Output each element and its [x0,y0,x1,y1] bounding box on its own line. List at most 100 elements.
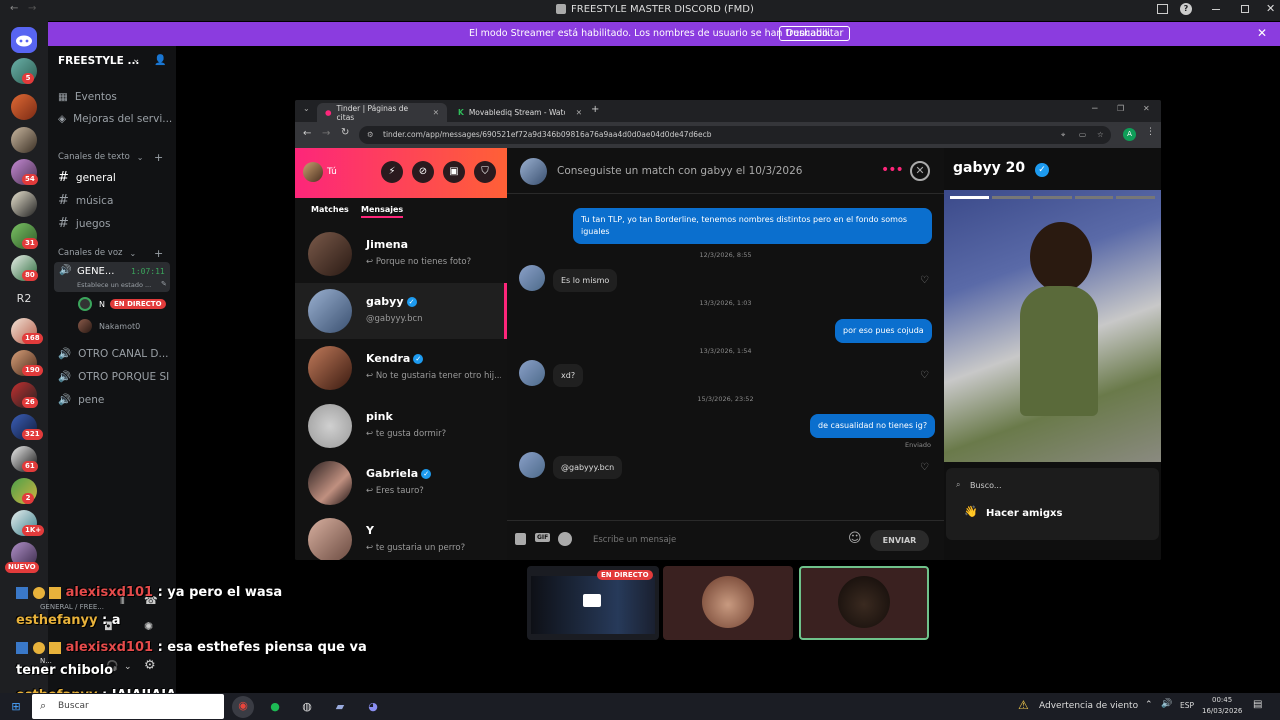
close-tab-icon[interactable]: ✕ [576,108,582,117]
maximize-icon[interactable] [1241,5,1249,13]
add-channel-icon[interactable]: + [154,151,163,164]
server-icon[interactable] [11,127,37,153]
boost-bolt-icon[interactable]: ⚡ [381,161,403,183]
briefcase-icon[interactable]: ▣ [443,161,465,183]
voice-channel-active[interactable]: 🔊 GENE... 1:07:11 Establece un estado ..… [54,262,170,292]
close-chat-icon[interactable]: ✕ [910,161,930,181]
notepad-icon[interactable]: ▰ [330,697,350,717]
chrome-icon[interactable]: ◉ [232,696,254,718]
discord-icon[interactable]: ◕ [363,697,383,717]
voice-channel[interactable]: 🔊 OTRO PORQUE SI [58,370,169,384]
profile-avatar[interactable]: A [1123,128,1136,141]
list-item[interactable]: Kendra ✓ ↩ No te gustaria tener otro hij.… [295,340,507,396]
voice-channel[interactable]: 🔊 pene [58,393,104,407]
user-label[interactable]: Tú [327,167,337,177]
channel-general[interactable]: # general [58,170,116,185]
inbox-icon[interactable] [1157,4,1168,14]
back-arrow-icon[interactable]: ← [303,128,311,139]
server-r2[interactable]: R2 [11,286,37,312]
close-banner-icon[interactable]: ✕ [1257,26,1267,40]
back-arrow-icon[interactable]: ← [10,3,18,14]
tab-movable[interactable]: K Movablediq Stream - Watch Li... ✕ [450,103,590,122]
emoji-icon[interactable]: ☺ [848,531,862,546]
video-tile[interactable] [663,566,793,640]
language-label[interactable]: ESP [1180,701,1194,710]
spotify-icon[interactable]: ● [265,697,285,717]
boosts-item[interactable]: ◈ Mejoras del servi... [58,113,172,125]
close-tab-icon[interactable]: ✕ [433,108,439,117]
message-input[interactable]: Escribe un mensaje [593,535,676,545]
list-item[interactable]: Gabriela ✓ ↩ Eres tauro? [295,455,507,511]
send-button[interactable]: ENVIAR [870,530,929,551]
speaker-icon[interactable]: 🔊 [1161,699,1172,709]
explore-compass-icon[interactable]: ⊘ [412,161,434,183]
tab-messages[interactable]: Mensajes [361,205,404,218]
windows-start-icon[interactable]: ⊞ [6,697,26,717]
discord-home-icon[interactable] [11,27,37,53]
help-icon[interactable]: ? [1180,3,1192,15]
chat-text: : a [97,613,121,628]
text-category[interactable]: Canales de texto ⌄ [58,152,143,162]
list-item[interactable]: gabyy ✓ @gabyyy.bcn [295,283,507,339]
tab-tinder[interactable]: ● Tinder | Páginas de citas ✕ [317,103,447,122]
clock-time[interactable]: 00:45 [1212,696,1232,704]
location-icon[interactable]: ⌖ [1061,126,1065,144]
minimize-icon[interactable]: − [1091,104,1099,114]
stream-tile[interactable]: EN DIRECTO [527,566,659,640]
channel-juegos[interactable]: # juegos [58,216,111,231]
list-item[interactable]: Y ↩ te gustaria un perro? [295,512,507,560]
minimize-icon[interactable] [1212,9,1220,10]
cast-icon[interactable]: ▭ [1079,126,1086,144]
more-options-icon[interactable]: ••• [881,162,904,178]
server-icon[interactable] [11,94,37,120]
tab-search-icon[interactable]: ⌄ [303,104,310,113]
video-tile-speaking[interactable] [799,566,929,640]
add-user-icon[interactable]: 👤 [154,55,166,66]
restore-icon[interactable]: ❐ [1117,104,1124,113]
heart-icon[interactable]: ♡ [920,462,929,473]
close-window-icon[interactable]: ✕ [1266,2,1275,15]
chevron-up-icon[interactable]: ⌃ [1145,700,1153,710]
close-window-icon[interactable]: ✕ [1143,104,1150,113]
chevron-down-icon[interactable]: ⌄ [132,54,140,65]
tab-matches[interactable]: Matches [311,205,349,214]
voice-user-name[interactable]: N [99,300,105,309]
voice-status[interactable]: Establece un estado ... [77,281,151,289]
voice-category[interactable]: Canales de voz ⌄ [58,248,136,258]
url-input[interactable]: ⚙ tinder.com/app/messages/690521ef72a9d3… [359,126,1111,144]
server-icon[interactable] [11,191,37,217]
forward-arrow-icon[interactable]: → [28,3,36,14]
gif-button[interactable]: GIF [535,533,551,542]
avatar[interactable] [78,319,92,333]
obs-icon[interactable]: ◍ [297,697,317,717]
events-item[interactable]: ▦ Eventos [58,91,117,103]
taskbar-search-box[interactable]: ⌕ Buscar [32,694,224,719]
server-name[interactable]: FREESTYLE ... [58,55,139,67]
avatar[interactable] [78,297,92,311]
notifications-icon[interactable]: ▤ [1253,699,1262,710]
sticker-icon[interactable] [515,533,526,545]
heart-icon[interactable]: ♡ [920,370,929,381]
add-channel-icon[interactable]: + [154,247,163,260]
shield-icon[interactable]: ⛉ [474,161,496,183]
weather-label[interactable]: Advertencia de viento [1039,701,1138,711]
clock-date[interactable]: 16/03/2026 [1202,707,1242,715]
list-item[interactable]: Jimena ↩ Porque no tienes foto? [295,226,507,282]
channel-musica[interactable]: # música [58,193,113,208]
bookmark-star-icon[interactable]: ☆ [1097,126,1104,144]
reload-icon[interactable]: ↻ [341,127,349,138]
profile-photo[interactable] [944,190,1161,462]
list-item[interactable]: pink ↩ te gusta dormir? [295,398,507,454]
avatar[interactable] [520,158,547,185]
edit-icon[interactable]: ✎ [161,280,167,288]
voice-channel[interactable]: 🔊 OTRO CANAL D... [58,347,169,361]
menu-kebab-icon[interactable]: ⋮ [1146,127,1155,137]
forward-arrow-icon[interactable]: → [322,128,330,139]
voice-user-name[interactable]: Nakamot0 [99,322,140,331]
heart-icon[interactable]: ♡ [920,275,929,286]
site-info-icon[interactable]: ⚙ [367,126,374,144]
new-tab-icon[interactable]: + [591,104,599,115]
disable-streamer-button[interactable]: Deshabilitar [779,26,851,41]
avatar[interactable] [303,162,323,182]
spotify-icon[interactable] [558,532,572,546]
